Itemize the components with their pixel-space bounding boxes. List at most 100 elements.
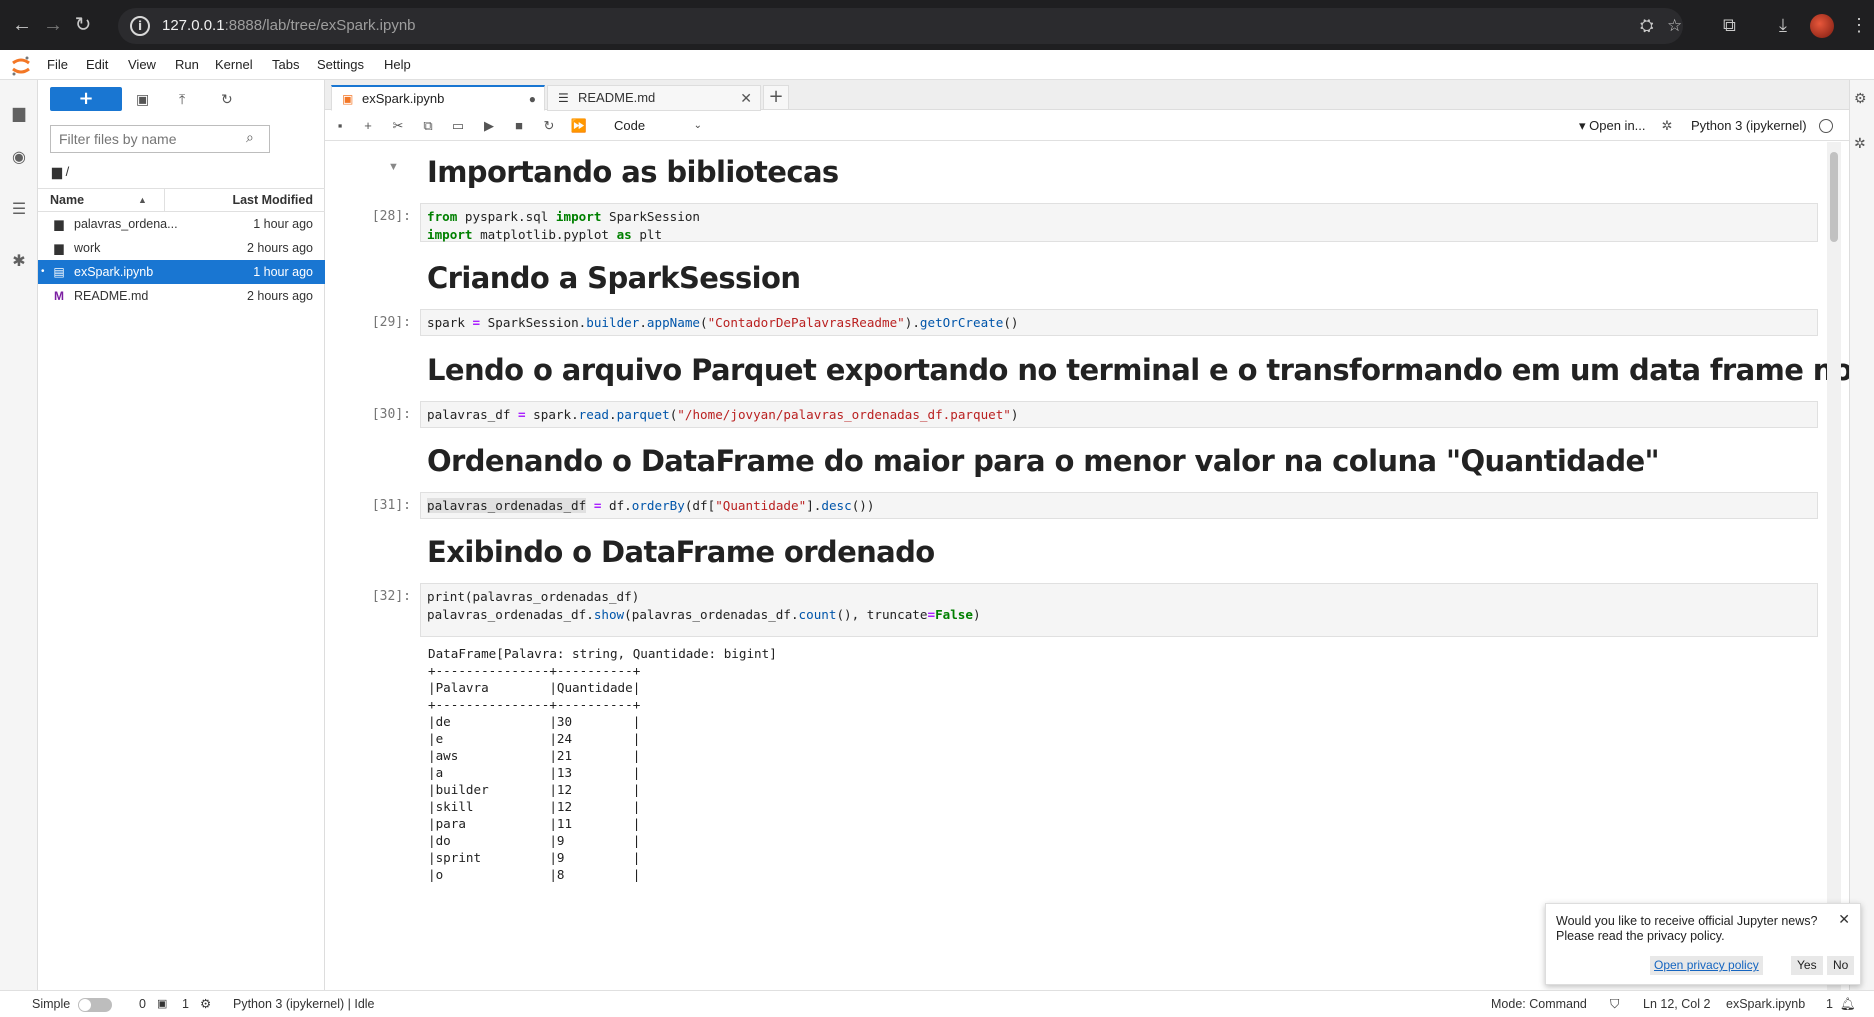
jupyter-logo: [12, 56, 30, 76]
close-icon[interactable]: ✕: [1838, 912, 1850, 927]
cursor-position[interactable]: Ln 12, Col 2: [1643, 991, 1710, 1017]
code-cell[interactable]: palavras_ordenadas_df = df.orderBy(df["Q…: [420, 492, 1818, 519]
news-notification: Would you like to receive official Jupyt…: [1545, 903, 1861, 985]
reload-icon[interactable]: ↻: [71, 13, 95, 37]
menu-file[interactable]: File: [47, 56, 68, 74]
menu-kernel[interactable]: Kernel: [215, 56, 253, 74]
back-arrow-icon[interactable]: ←: [10, 13, 34, 37]
file-row[interactable]: ▆ palavras_ordena... 1 hour ago: [38, 212, 325, 236]
file-row-selected[interactable]: • ▤ exSpark.ipynb 1 hour ago: [38, 260, 325, 284]
cell-prompt: [29]:: [371, 315, 411, 330]
privacy-policy-link[interactable]: Open privacy policy: [1650, 956, 1763, 975]
address-bar[interactable]: i 127.0.0.1:8888/lab/tree/exSpark.ipynb …: [118, 8, 1683, 44]
vertical-scrollbar[interactable]: [1827, 142, 1841, 990]
add-cell-icon[interactable]: +: [359, 117, 377, 135]
download-icon[interactable]: ⤓: [1779, 14, 1787, 36]
cell-prompt: [31]:: [371, 498, 411, 513]
cell-type-select[interactable]: Code ⌄: [614, 115, 702, 137]
bug-icon[interactable]: ✲: [1658, 117, 1676, 135]
file-row[interactable]: M README.md 2 hours ago: [38, 284, 325, 308]
shield-icon[interactable]: ⛉: [1610, 991, 1619, 1017]
heading-4: Ordenando o DataFrame do maior para o me…: [427, 444, 1660, 478]
code-cell[interactable]: print(palavras_ordenadas_df) palavras_or…: [420, 583, 1818, 637]
left-sidebar: ▆ ◉ ☰ ✱: [0, 80, 38, 990]
stop-icon[interactable]: ■: [510, 117, 528, 135]
tab-notebook[interactable]: ▣ exSpark.ipynb ●: [331, 85, 545, 111]
menu-view[interactable]: View: [128, 56, 156, 74]
code-cell[interactable]: spark = SparkSession.builder.appName("Co…: [420, 309, 1818, 336]
menu-tabs[interactable]: Tabs: [272, 56, 299, 74]
notification-message: Would you like to receive official Jupyt…: [1556, 914, 1818, 943]
restart-icon[interactable]: ↻: [540, 117, 558, 135]
menu-help[interactable]: Help: [384, 56, 411, 74]
new-launcher-button[interactable]: +: [50, 87, 122, 111]
tab-readme[interactable]: ☰ README.md ✕: [547, 85, 761, 111]
lab-shell: ▆ ◉ ☰ ✱ + ▣ ⤒ ↻ ⌕ ▆ / Name ▲ Last Modifi…: [0, 80, 1874, 990]
simple-mode-toggle[interactable]: [78, 998, 112, 1012]
paste-icon[interactable]: ▭: [449, 117, 467, 135]
open-in-button[interactable]: ▾ Open in...: [1579, 117, 1646, 135]
close-icon[interactable]: ✕: [740, 86, 752, 110]
menu-run[interactable]: Run: [175, 56, 199, 74]
notebook-toolbar: ▪ + ✂ ⧉ ▭ ▶ ■ ↻ ⏩ Code ⌄ ▾ Open in... ✲ …: [325, 111, 1849, 141]
menu-bar: File Edit View Run Kernel Tabs Settings …: [0, 50, 1874, 80]
notification-count[interactable]: 1: [1826, 991, 1833, 1017]
scroll-thumb[interactable]: [1830, 152, 1838, 242]
heading-1: Importando as bibliotecas: [427, 155, 839, 189]
terminal-count[interactable]: 0: [139, 991, 146, 1017]
column-last-modified[interactable]: Last Modified: [232, 189, 313, 211]
file-modified: 1 hour ago: [253, 217, 313, 231]
kernel-count[interactable]: 1: [182, 991, 189, 1017]
breadcrumb[interactable]: ▆ /: [52, 164, 69, 180]
code-cell[interactable]: from pyspark.sql import SparkSession imp…: [420, 203, 1818, 242]
url-text[interactable]: 127.0.0.1:8888/lab/tree/exSpark.ipynb: [162, 16, 416, 36]
refresh-icon[interactable]: ↻: [221, 90, 233, 108]
gear-icon[interactable]: ⚙: [1854, 90, 1867, 107]
notebook-icon: ▣: [342, 92, 354, 106]
file-name: README.md: [74, 289, 149, 303]
file-modified: 2 hours ago: [246, 241, 313, 255]
puzzle-icon[interactable]: ✱: [9, 252, 29, 272]
bell-icon[interactable]: 🔔︎: [1840, 991, 1856, 1017]
bug-icon[interactable]: ✲: [1854, 135, 1866, 152]
file-row[interactable]: ▆ work 2 hours ago: [38, 236, 325, 260]
copy-icon[interactable]: ⧉: [419, 117, 437, 135]
menu-settings[interactable]: Settings: [317, 56, 364, 74]
right-sidebar: ⚙ ✲: [1849, 80, 1874, 990]
collapse-caret-icon[interactable]: ▼: [388, 161, 399, 173]
cell-prompt: [28]:: [371, 209, 411, 224]
file-name: work: [74, 241, 101, 255]
new-folder-icon[interactable]: ▣: [136, 90, 149, 108]
add-tab-button[interactable]: +: [763, 85, 789, 110]
code-cell[interactable]: palavras_df = spark.read.parquet("/home/…: [420, 401, 1818, 428]
folder-icon[interactable]: ▆: [9, 104, 29, 124]
markdown-icon: M: [54, 289, 64, 303]
column-name[interactable]: Name: [50, 189, 84, 211]
toc-icon[interactable]: ☰: [9, 200, 29, 220]
cell-output: DataFrame[Palavra: string, Quantidade: b…: [428, 646, 777, 882]
site-info-icon[interactable]: i: [130, 16, 150, 36]
extensions-icon[interactable]: ⧉: [1723, 14, 1736, 36]
file-browser: + ▣ ⤒ ↻ ⌕ ▆ / Name ▲ Last Modified ▆ pal…: [38, 80, 325, 990]
running-icon[interactable]: ◉: [9, 148, 29, 168]
save-icon[interactable]: ▪: [331, 117, 349, 135]
unsaved-dot-icon[interactable]: ●: [529, 87, 536, 111]
kernel-name[interactable]: Python 3 (ipykernel): [1691, 117, 1807, 135]
filter-input[interactable]: [50, 125, 270, 153]
profile-avatar[interactable]: [1810, 14, 1834, 38]
yes-button[interactable]: Yes: [1791, 956, 1823, 975]
fast-forward-icon[interactable]: ⏩: [570, 117, 588, 135]
translate-icon[interactable]: ⛭: [1640, 16, 1654, 36]
menu-edit[interactable]: Edit: [86, 56, 108, 74]
menu-icon[interactable]: ⋮: [1850, 14, 1868, 36]
star-icon[interactable]: ☆: [1667, 16, 1682, 36]
running-dot-icon: •: [41, 266, 45, 277]
kernel-status[interactable]: Python 3 (ipykernel) | Idle: [233, 991, 375, 1017]
run-icon[interactable]: ▶: [480, 117, 498, 135]
cut-icon[interactable]: ✂: [389, 117, 407, 135]
upload-icon[interactable]: ⤒: [179, 90, 185, 108]
no-button[interactable]: No: [1827, 956, 1855, 975]
forward-arrow-icon[interactable]: →: [41, 13, 65, 37]
cell-prompt: [32]:: [371, 589, 411, 604]
simple-mode-label: Simple: [32, 997, 71, 1011]
